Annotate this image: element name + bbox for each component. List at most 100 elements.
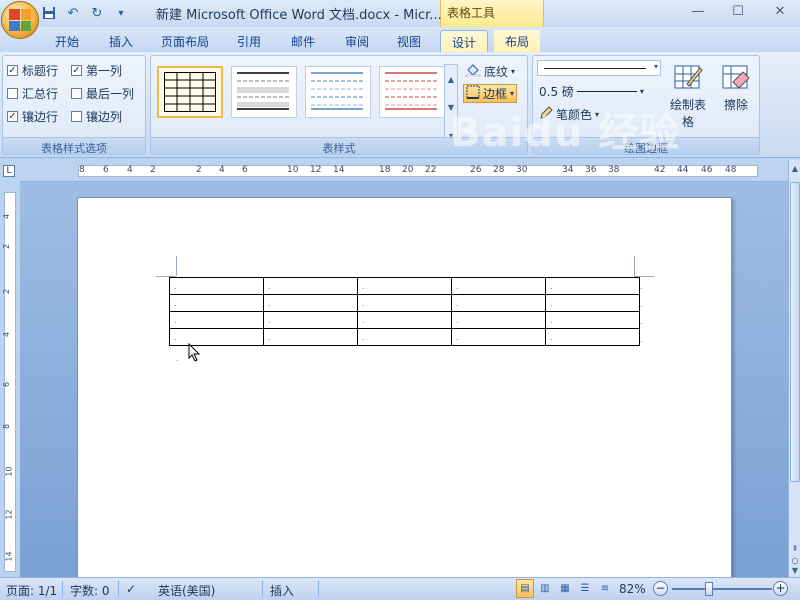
tab-design[interactable]: 设计 (440, 30, 488, 52)
table-row: ..... (169, 294, 640, 312)
draw-table-button[interactable]: 绘制表格 (665, 62, 711, 130)
table-cell[interactable]: . (357, 294, 452, 312)
ruler-number: 6 (103, 165, 109, 175)
zoom-out-button[interactable]: − (653, 581, 668, 596)
table-style-gray[interactable] (231, 66, 297, 118)
banded-rows-checkbox[interactable]: ✓ 镶边行 (7, 108, 58, 125)
table-cell[interactable]: . (357, 328, 452, 346)
tab-insert[interactable]: 插入 (98, 30, 144, 52)
table-cell[interactable]: . (169, 277, 264, 295)
document-page[interactable]: .................... ..... (77, 197, 732, 577)
table-cell[interactable]: . (545, 328, 640, 346)
chevron-down-icon[interactable]: ▼ (448, 103, 454, 112)
eraser-button[interactable]: 擦除 (713, 62, 759, 113)
insert-mode[interactable]: 插入 (270, 582, 294, 599)
document-area: .................... ..... (20, 182, 788, 577)
language-indicator[interactable]: 英语(美国) (158, 582, 215, 599)
pen-style-dropdown[interactable]: ▾ (537, 60, 661, 76)
table-cell[interactable]: . (169, 311, 264, 329)
tab-review[interactable]: 审阅 (334, 30, 380, 52)
window-title: 新建 Microsoft Office Word 文档.docx - Micr.… (156, 8, 442, 23)
document-table[interactable]: .................... (169, 277, 640, 346)
redo-icon[interactable]: ↻ (88, 4, 106, 22)
zoom-slider[interactable] (672, 588, 772, 590)
tab-mailings[interactable]: 邮件 (280, 30, 326, 52)
table-cell[interactable]: . (169, 328, 264, 346)
ruler-number: 22 (425, 165, 437, 175)
tab-page-layout[interactable]: 页面布局 (152, 30, 218, 52)
close-button[interactable]: ✕ (770, 4, 790, 20)
zoom-in-button[interactable]: + (773, 581, 788, 596)
end-of-row-mark: . (640, 299, 643, 309)
table-cell[interactable]: . (263, 277, 358, 295)
shading-button[interactable]: 底纹 ▾ (465, 63, 515, 80)
ruler-number: 2 (2, 288, 12, 295)
pen-weight-dropdown[interactable]: 0.5 磅 ▾ (539, 83, 644, 100)
tab-selector[interactable]: L (0, 160, 20, 182)
last-column-checkbox[interactable]: 最后一列 (71, 85, 134, 102)
header-row-checkbox[interactable]: ✓ 标题行 (7, 62, 58, 79)
minimize-button[interactable]: — (688, 4, 708, 20)
zoom-slider-thumb[interactable] (705, 582, 713, 596)
save-icon[interactable] (40, 4, 58, 22)
maximize-button[interactable]: ☐ (728, 4, 748, 20)
chevron-up-icon[interactable]: ▲ (448, 75, 454, 84)
ruler-number: 44 (677, 165, 689, 175)
full-screen-reading-view-icon[interactable]: ▥ (536, 579, 554, 598)
table-cell[interactable]: . (263, 294, 358, 312)
word-count[interactable]: 字数: 0 (70, 582, 110, 599)
table-cell[interactable]: . (169, 294, 264, 312)
table-cell[interactable]: . (263, 311, 358, 329)
prev-page-icon[interactable]: ⇞ (790, 544, 800, 553)
draw-borders-group: ▾ 0.5 磅 ▾ 笔颜色 ▾ 绘制表格 擦除 绘图边框 (532, 55, 760, 155)
outline-view-icon[interactable]: ☰ (576, 579, 594, 598)
banded-columns-checkbox[interactable]: 镶边列 (71, 108, 122, 125)
table-cell[interactable]: . (451, 311, 546, 329)
table-cell[interactable]: . (357, 277, 452, 295)
tab-layout[interactable]: 布局 (494, 30, 540, 52)
browse-object-icon[interactable]: ○ (790, 556, 800, 565)
draft-view-icon[interactable]: ≡ (596, 579, 614, 598)
tab-view[interactable]: 视图 (386, 30, 432, 52)
draw-table-icon (673, 62, 703, 92)
tab-home[interactable]: 开始 (44, 30, 90, 52)
customize-qat-icon[interactable]: ▾ (112, 4, 130, 22)
table-style-blue[interactable] (305, 66, 371, 118)
table-cell[interactable]: . (357, 311, 452, 329)
table-cell[interactable]: . (451, 294, 546, 312)
ruler-number: 46 (701, 165, 713, 175)
vertical-ruler[interactable]: 4 2 2 4 6 8 10 12 14 (0, 182, 20, 577)
table-cell[interactable]: . (545, 277, 640, 295)
proofing-icon[interactable]: ✓ (126, 582, 136, 596)
print-layout-view-icon[interactable]: ▤ (516, 579, 534, 598)
scroll-thumb[interactable] (790, 182, 800, 482)
total-row-checkbox[interactable]: 汇总行 (7, 85, 58, 102)
ruler-number: 48 (725, 165, 737, 175)
table-cell[interactable]: . (451, 328, 546, 346)
draw-borders-label: 绘图边框 (533, 137, 759, 155)
table-cell[interactable]: . (545, 311, 640, 329)
vertical-scrollbar[interactable]: ▲ ⇞ ○ ▼ (788, 160, 800, 577)
web-layout-view-icon[interactable]: ▦ (556, 579, 574, 598)
horizontal-ruler[interactable]: 8 6 4 2 2 4 6 10 12 14 18 20 22 26 28 30 34 36 38 42 44 46 48 (20, 160, 788, 182)
page-count[interactable]: 页面: 1/1 (6, 582, 57, 599)
first-column-checkbox[interactable]: ✓ 第一列 (71, 62, 122, 79)
office-button[interactable] (1, 1, 39, 39)
tab-references[interactable]: 引用 (226, 30, 272, 52)
table-cell[interactable]: . (451, 277, 546, 295)
table-cell[interactable]: . (545, 294, 640, 312)
ruler-number: 20 (402, 165, 414, 175)
table-cell[interactable]: . (263, 328, 358, 346)
scroll-down-icon[interactable]: ▼ (790, 566, 800, 575)
paint-bucket-icon (465, 63, 481, 80)
table-styles-group: ▲ ▼ ▾ 底纹 ▾ 边框 ▾ 表样式 (150, 55, 528, 155)
borders-button[interactable]: 边框 ▾ (463, 84, 518, 103)
undo-icon[interactable]: ↶ (64, 4, 82, 22)
table-style-red[interactable] (379, 66, 445, 118)
end-of-row-mark: . (640, 334, 643, 344)
pen-color-button[interactable]: 笔颜色 ▾ (539, 106, 599, 123)
ruler-number: 4 (2, 331, 12, 338)
scroll-up-icon[interactable]: ▲ (790, 164, 800, 173)
table-style-grid-black[interactable] (157, 66, 223, 118)
zoom-level[interactable]: 82% (619, 582, 646, 596)
